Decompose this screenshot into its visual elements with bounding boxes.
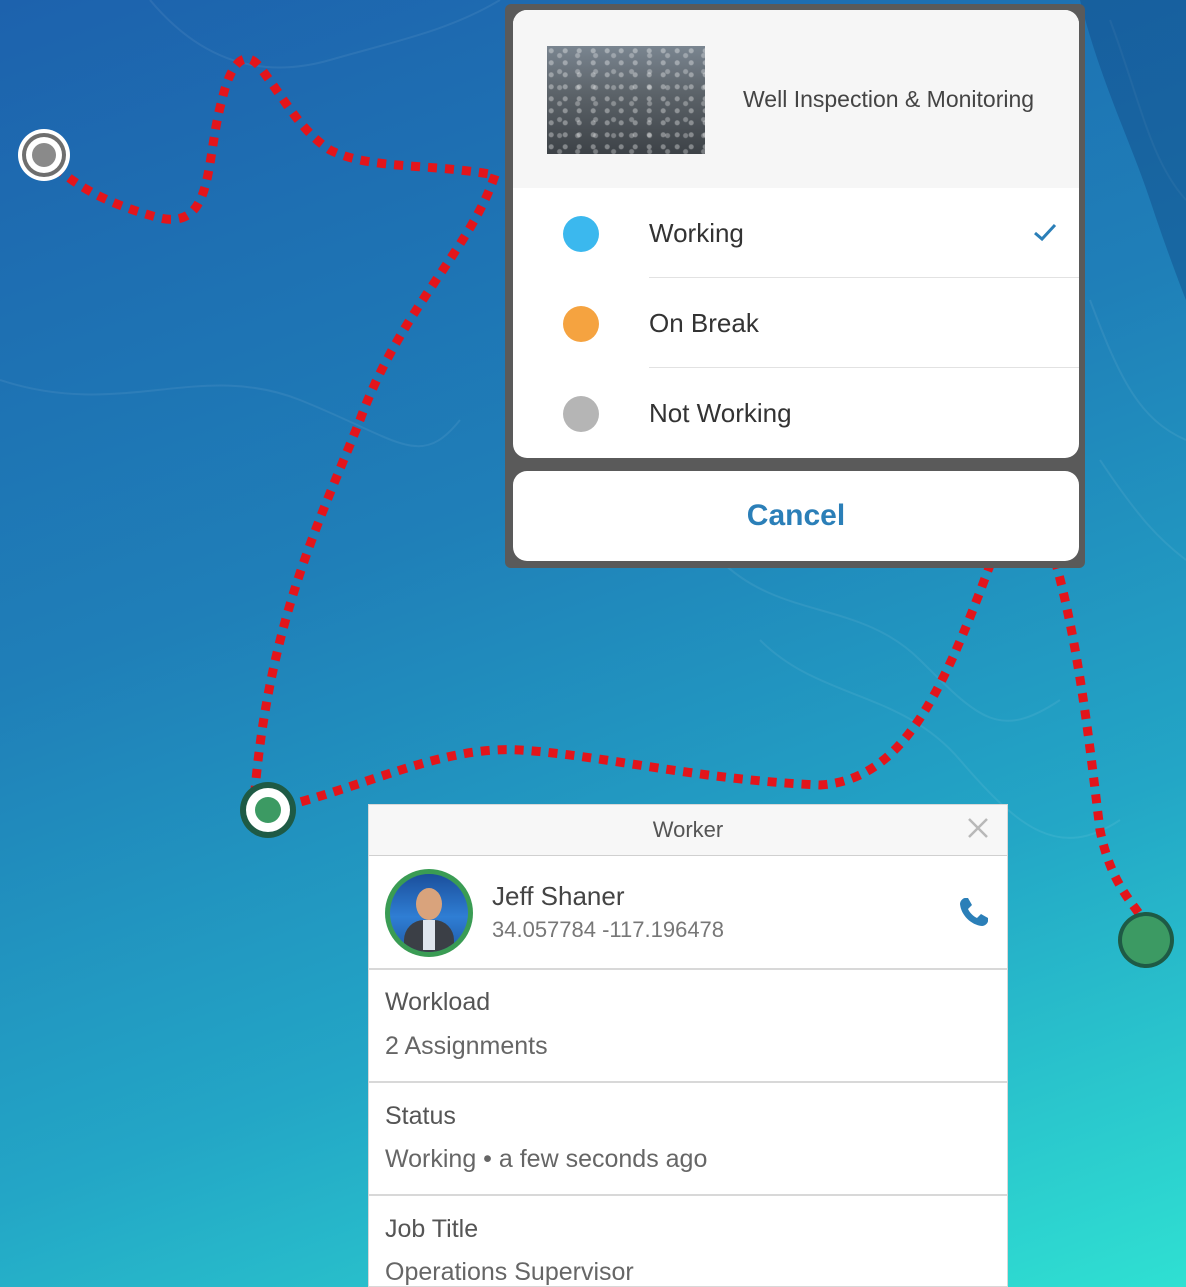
terrain-river [1080, 0, 1186, 300]
route-segment-1 [40, 54, 496, 224]
sheet-header: Well Inspection & Monitoring [513, 10, 1079, 188]
status-dot-icon [563, 396, 599, 432]
marker-worker-location[interactable] [240, 782, 296, 838]
avatar-photo [390, 874, 468, 952]
worker-panel-header: Worker [369, 805, 1007, 856]
route-segment-3 [267, 563, 995, 815]
checkmark-icon [1034, 223, 1057, 242]
worker-coordinates: 34.057784 -117.196478 [492, 917, 725, 942]
status-option-label: Working [649, 218, 744, 248]
status-option-working[interactable]: Working [513, 188, 1079, 278]
divider [369, 1194, 1007, 1196]
status-value: Working • a few seconds ago [385, 1145, 708, 1173]
workload-label: Workload [385, 988, 491, 1016]
status-dot-icon [563, 306, 599, 342]
cancel-button[interactable]: Cancel [513, 471, 1079, 561]
marker-destination[interactable] [1118, 912, 1174, 968]
status-option-on-break[interactable]: On Break [513, 278, 1079, 368]
project-thumbnail-image [547, 46, 705, 154]
close-icon[interactable] [963, 813, 993, 843]
avatar-shirt [423, 920, 435, 950]
route-segment-2 [250, 173, 500, 791]
status-option-label: On Break [649, 308, 759, 338]
worker-panel: Worker Jeff Shaner 34.057784 -117.196478… [368, 804, 1008, 1287]
status-option-label: Not Working [649, 398, 792, 428]
phone-icon[interactable] [957, 895, 991, 929]
workload-value: 2 Assignments [385, 1032, 548, 1060]
status-label: Status [385, 1102, 456, 1130]
avatar-head [416, 888, 442, 920]
job-title-label: Job Title [385, 1215, 479, 1243]
avatar [385, 869, 473, 957]
panel-title: Worker [652, 817, 724, 842]
divider [369, 1081, 1007, 1083]
worker-name: Jeff Shaner [492, 881, 625, 911]
status-option-not-working[interactable]: Not Working [513, 368, 1079, 458]
divider [369, 968, 1007, 970]
status-dot-icon [563, 216, 599, 252]
project-title: Well Inspection & Monitoring [743, 86, 1035, 112]
status-action-sheet: Well Inspection & Monitoring Working On … [505, 4, 1085, 568]
status-options-card: Well Inspection & Monitoring Working On … [513, 10, 1079, 458]
job-title-value: Operations Supervisor [385, 1258, 634, 1286]
route-segment-4 [1050, 558, 1144, 918]
marker-inactive[interactable] [18, 129, 70, 181]
